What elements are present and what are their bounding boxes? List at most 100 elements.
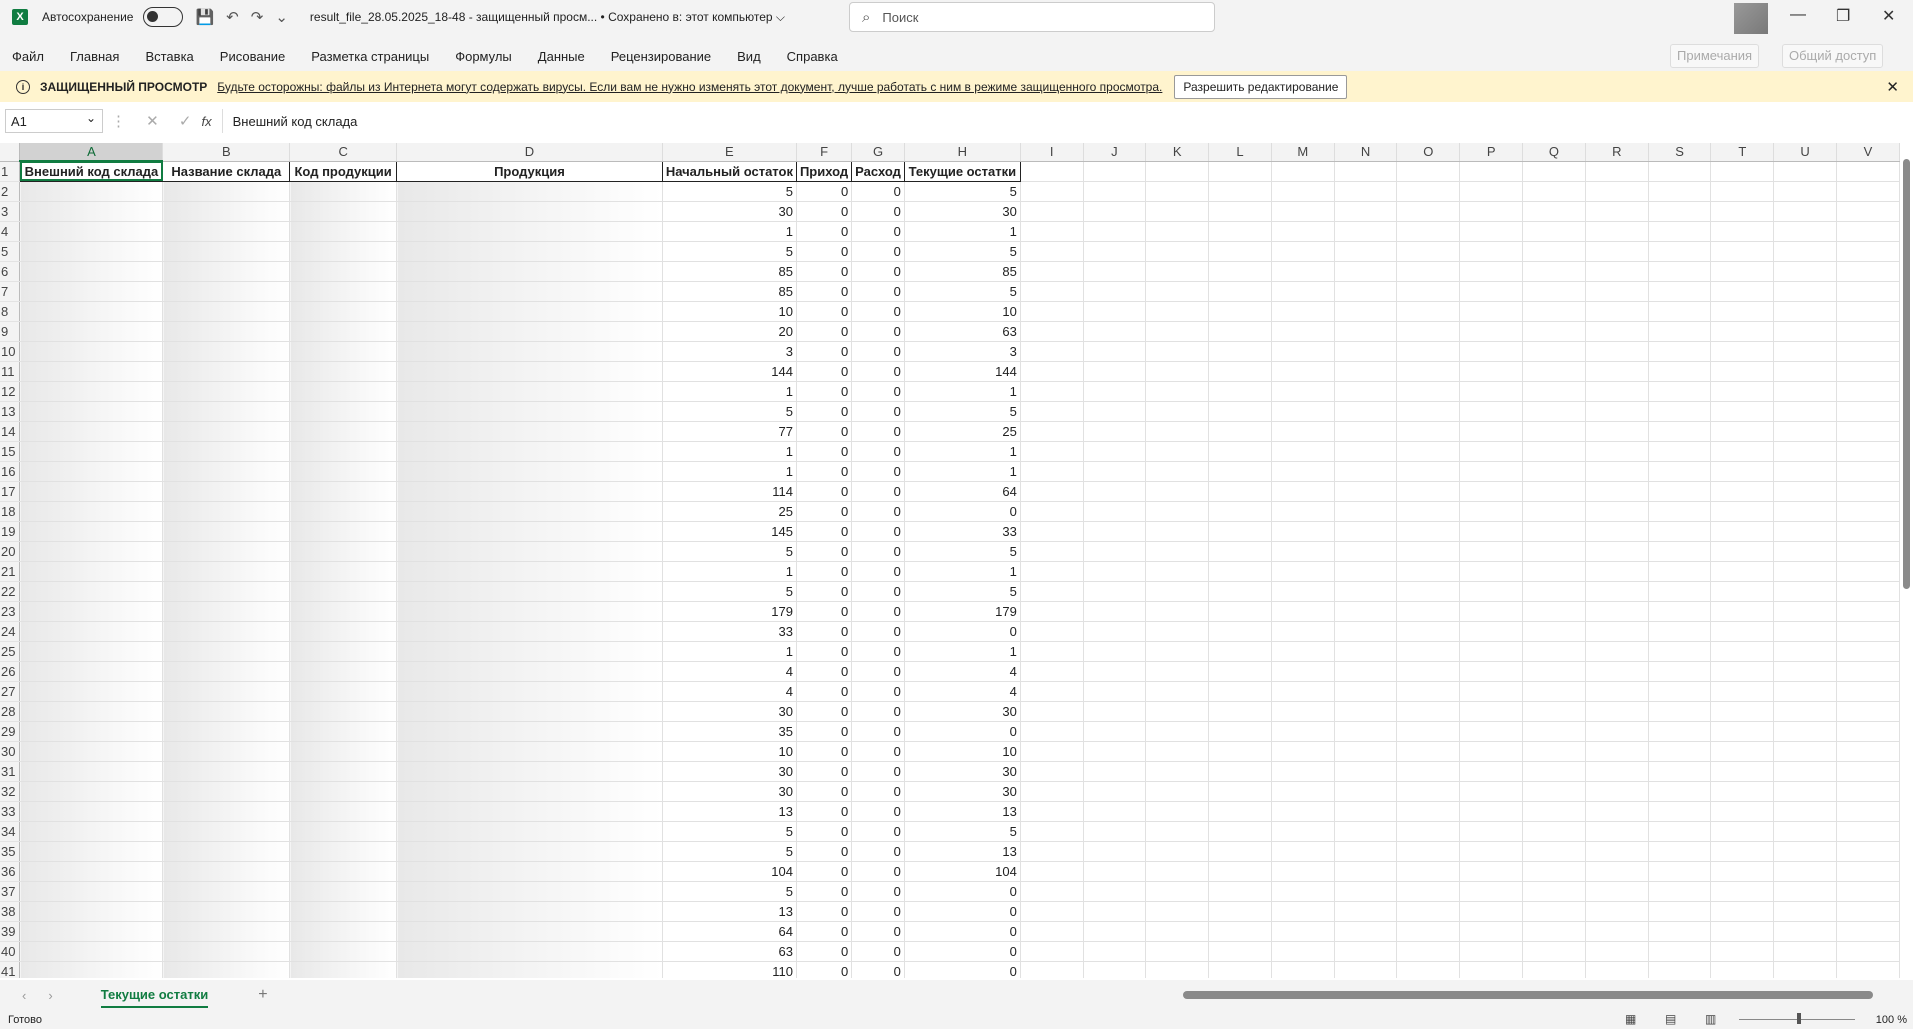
- empty-cell[interactable]: [1522, 961, 1586, 978]
- value-cell[interactable]: 5: [662, 181, 797, 202]
- blurred-cell[interactable]: [162, 961, 291, 978]
- blurred-cell[interactable]: [396, 561, 663, 582]
- value-cell[interactable]: 0: [851, 461, 905, 482]
- value-cell[interactable]: 5: [662, 581, 797, 602]
- empty-cell[interactable]: [1145, 921, 1210, 942]
- blurred-cell[interactable]: [162, 601, 291, 622]
- empty-cell[interactable]: [1145, 361, 1210, 382]
- empty-cell[interactable]: [1020, 441, 1084, 462]
- value-cell[interactable]: 0: [796, 821, 853, 842]
- empty-cell[interactable]: [1585, 961, 1649, 978]
- empty-cell[interactable]: [1271, 201, 1335, 222]
- empty-cell[interactable]: [1083, 461, 1147, 482]
- column-header[interactable]: N: [1334, 143, 1398, 162]
- value-cell[interactable]: 0: [796, 321, 853, 342]
- empty-cell[interactable]: [1522, 401, 1586, 422]
- empty-cell[interactable]: [1836, 781, 1900, 802]
- share-button[interactable]: Общий доступ: [1782, 44, 1884, 68]
- empty-cell[interactable]: [1459, 181, 1524, 202]
- empty-cell[interactable]: [1271, 701, 1335, 722]
- empty-cell[interactable]: [1459, 741, 1524, 762]
- ribbon-tab-4[interactable]: Разметка страницы: [311, 49, 429, 64]
- empty-cell[interactable]: [1459, 681, 1524, 702]
- empty-cell[interactable]: [1459, 961, 1524, 978]
- empty-cell[interactable]: [1208, 161, 1272, 182]
- blurred-cell[interactable]: [396, 181, 663, 202]
- value-cell[interactable]: 179: [904, 601, 1021, 622]
- empty-cell[interactable]: [1020, 681, 1084, 702]
- empty-cell[interactable]: [1522, 441, 1586, 462]
- empty-cell[interactable]: [1459, 781, 1524, 802]
- row-header[interactable]: 14: [0, 421, 21, 442]
- empty-cell[interactable]: [1083, 961, 1147, 978]
- value-cell[interactable]: 0: [796, 201, 853, 222]
- empty-cell[interactable]: [1773, 661, 1837, 682]
- empty-cell[interactable]: [1585, 741, 1649, 762]
- empty-cell[interactable]: [1396, 721, 1461, 742]
- blurred-cell[interactable]: [19, 561, 164, 582]
- blurred-cell[interactable]: [19, 881, 164, 902]
- empty-cell[interactable]: [1145, 541, 1210, 562]
- value-cell[interactable]: 0: [851, 701, 905, 722]
- value-cell[interactable]: 0: [851, 721, 905, 742]
- empty-cell[interactable]: [1020, 661, 1084, 682]
- empty-cell[interactable]: [1145, 521, 1210, 542]
- blurred-cell[interactable]: [19, 261, 164, 282]
- blurred-cell[interactable]: [162, 401, 291, 422]
- value-cell[interactable]: 4: [662, 681, 797, 702]
- empty-cell[interactable]: [1522, 901, 1586, 922]
- blurred-cell[interactable]: [289, 701, 398, 722]
- blurred-cell[interactable]: [19, 661, 164, 682]
- value-cell[interactable]: 5: [662, 541, 797, 562]
- empty-cell[interactable]: [1773, 821, 1837, 842]
- empty-cell[interactable]: [1836, 441, 1900, 462]
- empty-cell[interactable]: [1334, 441, 1398, 462]
- save-icon[interactable]: 💾: [195, 8, 214, 26]
- value-cell[interactable]: 0: [796, 461, 853, 482]
- blurred-cell[interactable]: [19, 361, 164, 382]
- empty-cell[interactable]: [1710, 601, 1775, 622]
- blurred-cell[interactable]: [396, 501, 663, 522]
- value-cell[interactable]: 0: [851, 381, 905, 402]
- select-all-corner[interactable]: [0, 143, 21, 162]
- empty-cell[interactable]: [1396, 321, 1461, 342]
- blurred-cell[interactable]: [396, 221, 663, 242]
- empty-cell[interactable]: [1648, 461, 1712, 482]
- empty-cell[interactable]: [1773, 761, 1837, 782]
- empty-cell[interactable]: [1710, 841, 1775, 862]
- empty-cell[interactable]: [1459, 441, 1524, 462]
- value-cell[interactable]: 144: [904, 361, 1021, 382]
- row-header[interactable]: 39: [0, 921, 21, 942]
- empty-cell[interactable]: [1334, 261, 1398, 282]
- empty-cell[interactable]: [1271, 661, 1335, 682]
- value-cell[interactable]: 0: [796, 521, 853, 542]
- empty-cell[interactable]: [1083, 301, 1147, 322]
- value-cell[interactable]: 0: [851, 521, 905, 542]
- blurred-cell[interactable]: [162, 821, 291, 842]
- empty-cell[interactable]: [1208, 941, 1272, 962]
- empty-cell[interactable]: [1396, 501, 1461, 522]
- blurred-cell[interactable]: [19, 921, 164, 942]
- value-cell[interactable]: 0: [851, 201, 905, 222]
- empty-cell[interactable]: [1773, 781, 1837, 802]
- empty-cell[interactable]: [1459, 341, 1524, 362]
- empty-cell[interactable]: [1585, 461, 1649, 482]
- empty-cell[interactable]: [1020, 301, 1084, 322]
- empty-cell[interactable]: [1145, 601, 1210, 622]
- value-cell[interactable]: 1: [662, 461, 797, 482]
- blurred-cell[interactable]: [19, 781, 164, 802]
- blurred-cell[interactable]: [396, 761, 663, 782]
- empty-cell[interactable]: [1020, 961, 1084, 978]
- empty-cell[interactable]: [1145, 501, 1210, 522]
- value-cell[interactable]: 10: [904, 741, 1021, 762]
- value-cell[interactable]: 30: [662, 201, 797, 222]
- empty-cell[interactable]: [1773, 741, 1837, 762]
- blurred-cell[interactable]: [162, 921, 291, 942]
- empty-cell[interactable]: [1585, 941, 1649, 962]
- empty-cell[interactable]: [1396, 961, 1461, 978]
- empty-cell[interactable]: [1710, 641, 1775, 662]
- value-cell[interactable]: 0: [851, 341, 905, 362]
- value-cell[interactable]: 4: [662, 661, 797, 682]
- blurred-cell[interactable]: [162, 841, 291, 862]
- empty-cell[interactable]: [1522, 561, 1586, 582]
